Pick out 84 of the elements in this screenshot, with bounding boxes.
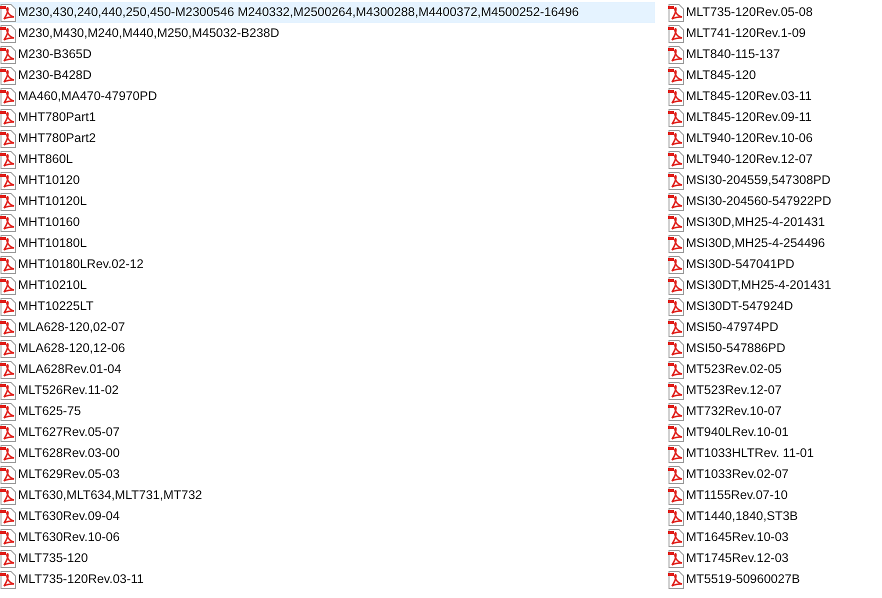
file-item[interactable]: MSI30-204559,547308PD: [668, 170, 835, 191]
file-item[interactable]: MLT845-120: [668, 65, 760, 86]
file-item[interactable]: MT1745Rev.12-03: [668, 548, 793, 569]
file-item[interactable]: MLT629Rev.05-03: [0, 464, 124, 485]
pdf-file-icon: [668, 318, 684, 336]
pdf-file-icon: [668, 340, 684, 358]
file-item[interactable]: MHT860L: [0, 149, 77, 170]
pdf-file-icon: [668, 46, 684, 64]
file-item[interactable]: MHT10225LT: [0, 296, 98, 317]
file-item[interactable]: MLT630Rev.09-04: [0, 506, 124, 527]
file-item[interactable]: MLT735-120Rev.03-11: [0, 569, 148, 590]
file-item[interactable]: MLA628-120,12-06: [0, 338, 130, 359]
file-item[interactable]: MLT735-120: [0, 548, 92, 569]
pdf-file-icon: [668, 424, 684, 442]
file-item[interactable]: MA460,MA470-47970PD: [0, 86, 161, 107]
file-item[interactable]: MLT735-120Rev.05-08: [668, 2, 817, 23]
file-item[interactable]: MLT845-120Rev.09-11: [668, 107, 816, 128]
file-item[interactable]: MLT940-120Rev.12-07: [668, 149, 817, 170]
pdf-file-icon: [668, 24, 684, 42]
file-item[interactable]: MT1155Rev.07-10: [668, 485, 792, 506]
pdf-file-icon: [668, 88, 684, 106]
pdf-file-icon: [668, 256, 684, 274]
file-item[interactable]: MLT628Rev.03-00: [0, 443, 124, 464]
file-item[interactable]: MLT630Rev.10-06: [0, 527, 124, 548]
file-item[interactable]: M230,430,240,440,250,450-M2300546 M240332,M2500264,M4300288,M4400372,M4500252-16496: [0, 2, 655, 23]
file-item[interactable]: MHT780Part1: [0, 107, 100, 128]
file-item[interactable]: M230-B365D: [0, 44, 96, 65]
file-item[interactable]: MSI30D,MH25-4-201431: [668, 212, 829, 233]
pdf-file-icon: [668, 550, 684, 568]
pdf-file-icon: [668, 486, 684, 504]
pdf-file-icon: [668, 402, 684, 420]
pdf-file-icon: [668, 108, 684, 126]
pdf-file-icon: [668, 4, 684, 22]
file-item[interactable]: MSI30D,MH25-4-254496: [668, 233, 829, 254]
file-item[interactable]: MSI30-204560-547922PD: [668, 191, 836, 212]
file-item[interactable]: MSI30D-547041PD: [668, 254, 798, 275]
pdf-file-icon: [668, 234, 684, 252]
file-item[interactable]: MLA628Rev.01-04: [0, 359, 126, 380]
file-item[interactable]: MT1033Rev.02-07: [668, 464, 793, 485]
file-item[interactable]: M230-B428D: [0, 65, 96, 86]
pdf-file-icon: [668, 360, 684, 378]
pdf-file-icon: [668, 214, 684, 232]
file-item[interactable]: MSI30DT-547924D: [668, 296, 798, 317]
file-item[interactable]: MHT10210L: [0, 275, 91, 296]
file-item[interactable]: MLT627Rev.05-07: [0, 422, 124, 443]
file-item[interactable]: MLT741-120Rev.1-09: [668, 23, 810, 44]
file-item[interactable]: MSI50-47974PD: [668, 317, 782, 338]
file-item[interactable]: MLT526Rev.11-02: [0, 380, 123, 401]
file-item[interactable]: MLT630,MLT634,MLT731,MT732: [0, 485, 206, 506]
pdf-file-icon: [668, 150, 684, 168]
file-item[interactable]: MLT845-120Rev.03-11: [668, 86, 816, 107]
file-item[interactable]: MT732Rev.10-07: [668, 401, 786, 422]
pdf-file-icon: [668, 466, 684, 484]
file-item[interactable]: MT1645Rev.10-03: [668, 527, 793, 548]
pdf-file-icon: [668, 508, 684, 526]
file-item[interactable]: MLT940-120Rev.10-06: [668, 128, 817, 149]
file-item[interactable]: MT1440,1840,ST3B: [668, 506, 802, 527]
pdf-file-icon: [668, 192, 684, 210]
file-item[interactable]: MLT625-75: [0, 401, 85, 422]
pdf-file-icon: [668, 382, 684, 400]
pdf-file-icon: [668, 444, 684, 462]
file-item[interactable]: MHT10160: [0, 212, 84, 233]
file-item[interactable]: MHT10120: [0, 170, 84, 191]
pdf-file-icon: [668, 276, 684, 294]
pdf-file-icon: [668, 528, 684, 546]
file-item[interactable]: MSI50-547886PD: [668, 338, 790, 359]
file-item[interactable]: MHT780Part2: [0, 128, 100, 149]
file-item[interactable]: MLA628-120,02-07: [0, 317, 130, 338]
file-item[interactable]: MHT10180LRev.02-12: [0, 254, 148, 275]
file-item[interactable]: MT523Rev.12-07: [668, 380, 786, 401]
file-item[interactable]: MLT840-115-137: [668, 44, 784, 65]
pdf-file-icon: [668, 298, 684, 316]
file-item[interactable]: MHT10120L: [0, 191, 91, 212]
file-item[interactable]: MT1033HLTRev. 11-01: [668, 443, 818, 464]
pdf-file-icon: [668, 172, 684, 190]
file-item[interactable]: MT940LRev.10-01: [668, 422, 793, 443]
pdf-file-icon: [668, 130, 684, 148]
pdf-file-icon: [668, 66, 684, 84]
file-item[interactable]: MT523Rev.02-05: [668, 359, 786, 380]
pdf-file-icon: [668, 570, 684, 588]
file-item[interactable]: M230,M430,M240,M440,M250,M45032-B238D: [0, 23, 284, 44]
file-item[interactable]: MSI30DT,MH25-4-201431: [668, 275, 836, 296]
file-item[interactable]: MT5519-50960027B: [668, 569, 804, 590]
file-item[interactable]: MHT10180L: [0, 233, 91, 254]
